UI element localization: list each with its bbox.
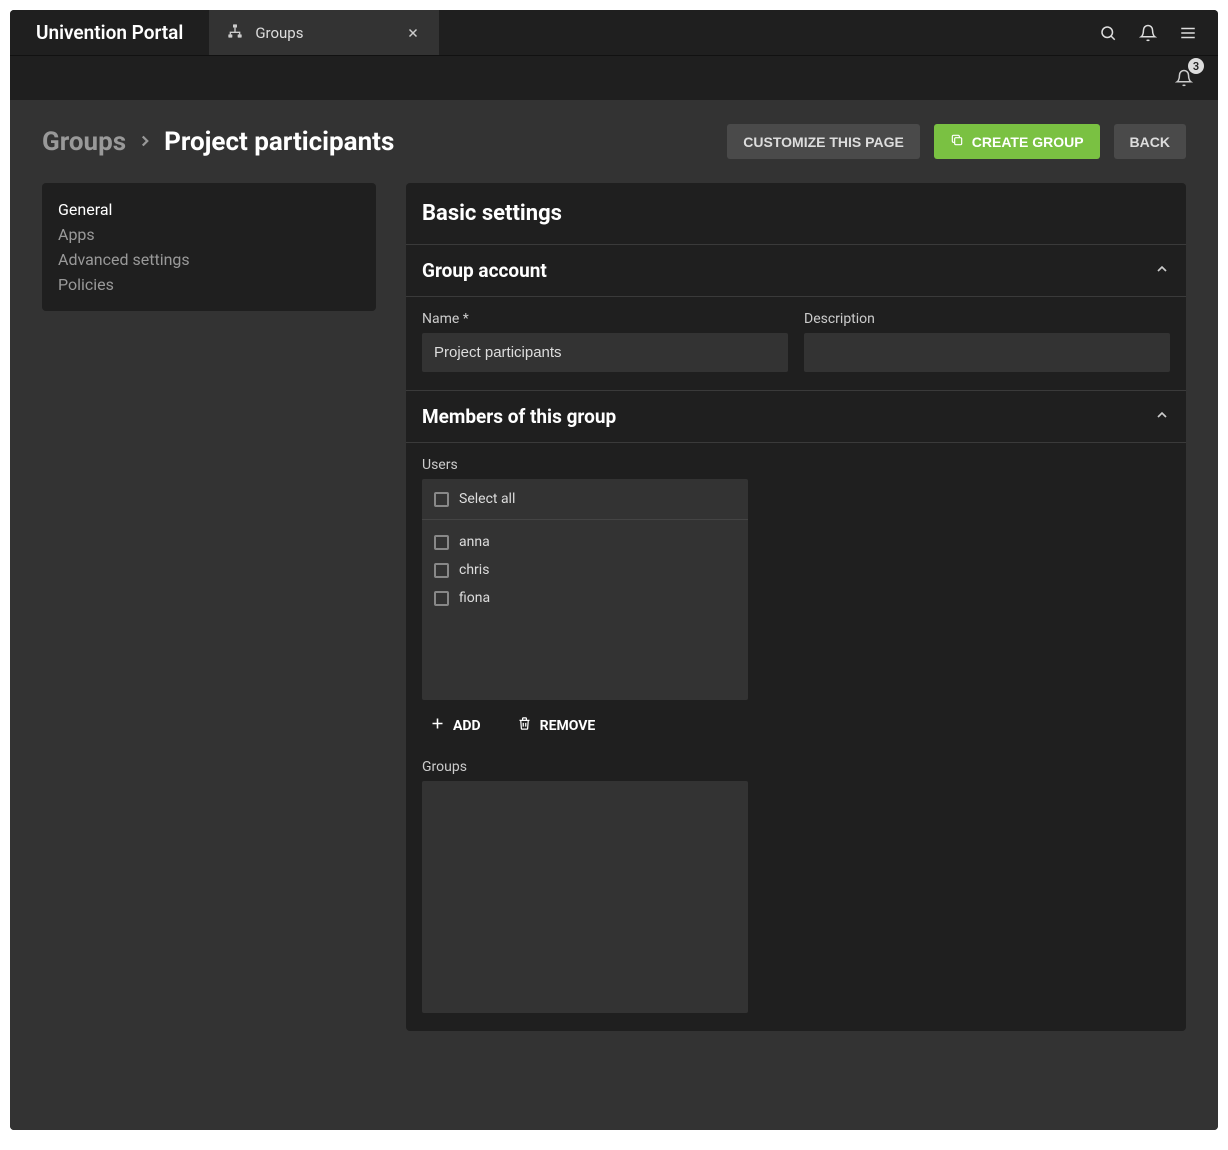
add-label: ADD bbox=[453, 718, 481, 734]
user-checkbox[interactable] bbox=[434, 563, 449, 578]
subbar: 3 bbox=[10, 56, 1218, 100]
topbar: Univention Portal Groups bbox=[10, 10, 1218, 56]
description-input[interactable] bbox=[804, 333, 1170, 372]
breadcrumb-root[interactable]: Groups bbox=[42, 127, 126, 157]
topbar-actions bbox=[1090, 10, 1218, 55]
content: Groups Project participants CUSTOMIZE TH… bbox=[10, 100, 1218, 1130]
list-item[interactable]: anna bbox=[422, 528, 748, 556]
breadcrumb: Groups Project participants bbox=[42, 127, 394, 157]
user-checkbox[interactable] bbox=[434, 535, 449, 550]
field-description: Description bbox=[804, 311, 1170, 372]
back-button[interactable]: BACK bbox=[1114, 124, 1186, 159]
search-button[interactable] bbox=[1090, 15, 1126, 51]
users-listbox: Select all anna chris bbox=[422, 479, 748, 700]
list-item[interactable]: chris bbox=[422, 556, 748, 584]
section-body-group-account: Name * Description bbox=[406, 297, 1186, 391]
user-checkbox[interactable] bbox=[434, 591, 449, 606]
copy-icon bbox=[950, 133, 964, 150]
plus-icon bbox=[430, 716, 445, 735]
app-title: Univention Portal bbox=[10, 10, 209, 55]
bell-button[interactable] bbox=[1130, 15, 1166, 51]
settings-sidebar: General Apps Advanced settings Policies bbox=[42, 183, 376, 311]
user-name: chris bbox=[459, 562, 489, 578]
tab-close-button[interactable] bbox=[401, 21, 425, 45]
customize-page-button[interactable]: CUSTOMIZE THIS PAGE bbox=[727, 124, 920, 159]
list-item[interactable]: fiona bbox=[422, 584, 748, 612]
field-name: Name * bbox=[422, 311, 788, 372]
sidebar-item-policies[interactable]: Policies bbox=[58, 272, 360, 297]
notifications-button[interactable]: 3 bbox=[1166, 60, 1202, 96]
user-name: anna bbox=[459, 534, 490, 550]
remove-user-button[interactable]: REMOVE bbox=[509, 712, 604, 739]
chevron-right-icon bbox=[136, 127, 154, 157]
header-buttons: CUSTOMIZE THIS PAGE CREATE GROUP BACK bbox=[727, 124, 1186, 159]
chevron-up-icon bbox=[1154, 407, 1170, 427]
header-row: Groups Project participants CUSTOMIZE TH… bbox=[42, 124, 1186, 159]
sidebar-item-advanced[interactable]: Advanced settings bbox=[58, 247, 360, 272]
add-user-button[interactable]: ADD bbox=[422, 712, 489, 739]
section-header-group-account[interactable]: Group account bbox=[406, 245, 1186, 297]
panel-title: Basic settings bbox=[406, 183, 1186, 245]
groups-listbox[interactable] bbox=[422, 781, 748, 1013]
user-name: fiona bbox=[459, 590, 490, 606]
main-panel: Basic settings Group account Name * bbox=[406, 183, 1186, 1031]
sitemap-icon bbox=[227, 23, 243, 43]
menu-button[interactable] bbox=[1170, 15, 1206, 51]
description-label: Description bbox=[804, 311, 1170, 327]
breadcrumb-current: Project participants bbox=[164, 127, 394, 157]
sidebar-item-apps[interactable]: Apps bbox=[58, 222, 360, 247]
create-group-label: CREATE GROUP bbox=[972, 134, 1084, 150]
sidebar-item-general[interactable]: General bbox=[58, 197, 360, 222]
create-group-button[interactable]: CREATE GROUP bbox=[934, 124, 1100, 159]
section-title: Members of this group bbox=[422, 405, 616, 428]
section-header-members[interactable]: Members of this group bbox=[406, 391, 1186, 443]
users-list-actions: ADD REMOVE bbox=[422, 712, 1170, 739]
notification-count-badge: 3 bbox=[1188, 58, 1204, 74]
section-title: Group account bbox=[422, 259, 547, 282]
select-all-label: Select all bbox=[459, 491, 515, 507]
tab-groups[interactable]: Groups bbox=[209, 10, 439, 55]
chevron-up-icon bbox=[1154, 261, 1170, 281]
select-all-checkbox[interactable] bbox=[434, 492, 449, 507]
remove-label: REMOVE bbox=[540, 718, 596, 734]
section-body-members: Users Select all anna bbox=[406, 443, 1186, 1031]
groups-label: Groups bbox=[422, 759, 1170, 775]
name-label: Name * bbox=[422, 311, 788, 327]
name-input[interactable] bbox=[422, 333, 788, 372]
tab-label: Groups bbox=[255, 24, 389, 42]
trash-icon bbox=[517, 716, 532, 735]
users-label: Users bbox=[422, 457, 1170, 473]
select-all-row[interactable]: Select all bbox=[422, 479, 748, 520]
